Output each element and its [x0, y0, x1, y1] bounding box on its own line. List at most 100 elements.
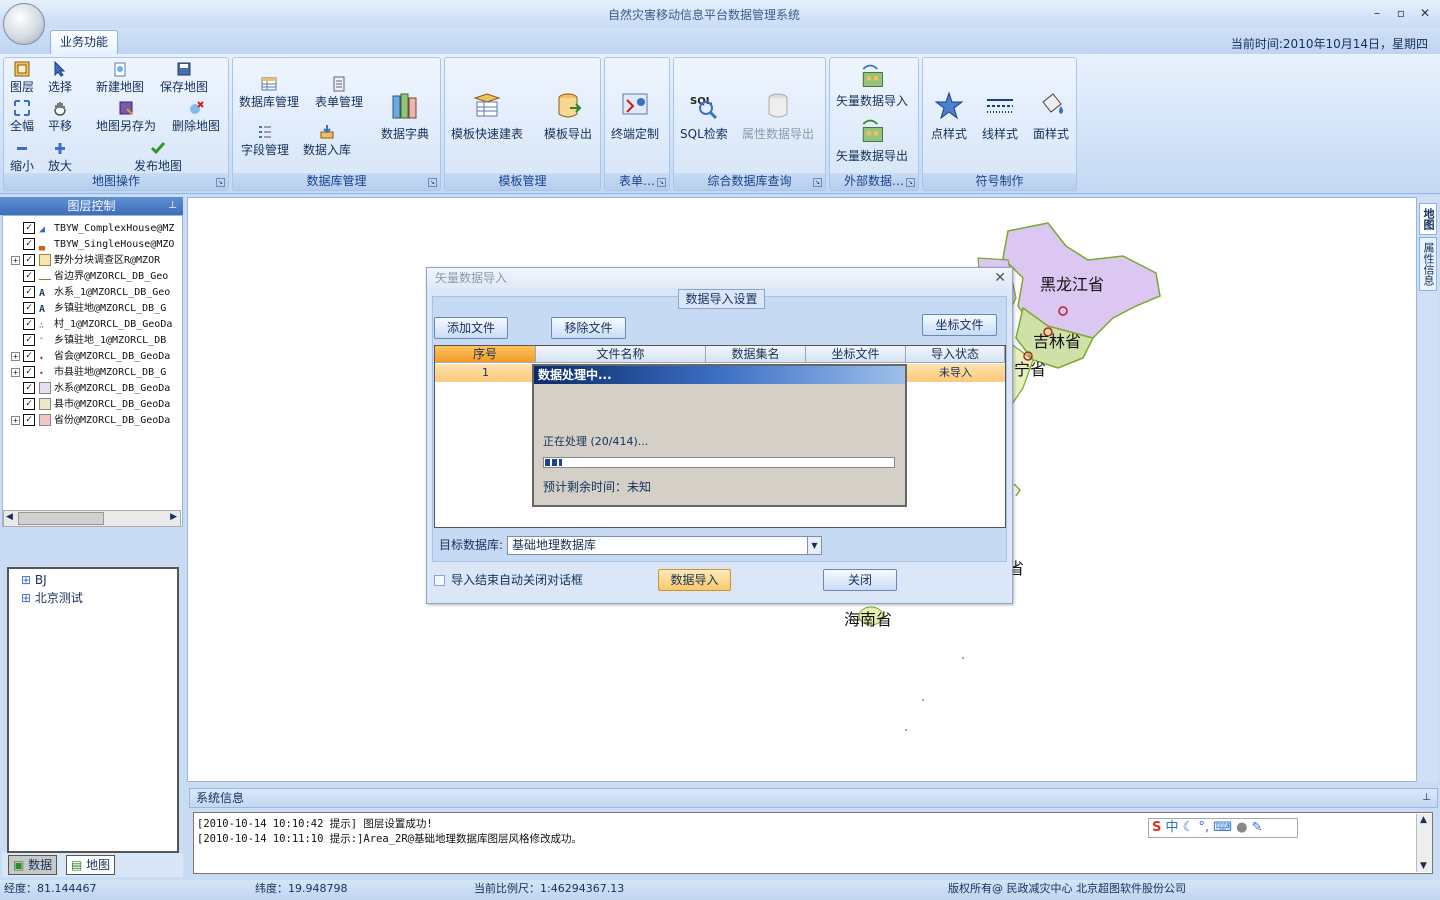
- layer-checkbox[interactable]: ✓: [23, 398, 35, 410]
- sql-search-button[interactable]: SQL SQL检索: [680, 90, 728, 142]
- layer-checkbox[interactable]: ✓: [23, 350, 35, 362]
- maximize-button[interactable]: ▫: [1390, 6, 1412, 22]
- form-manage-button[interactable]: 表单管理: [315, 76, 363, 110]
- layer-item[interactable]: ✓ A 乡镇驻地@MZORCL_DB_G: [11, 301, 166, 317]
- ime-toolbar[interactable]: S 中 ☾ °, ⌨ ● ✎: [1148, 818, 1298, 838]
- attr-data-export-button[interactable]: 属性数据导出: [742, 90, 814, 142]
- log-vertical-scrollbar[interactable]: ▲ ▼: [1416, 814, 1432, 872]
- layer-checkbox[interactable]: ✓: [23, 286, 35, 298]
- layer-checkbox[interactable]: ✓: [23, 254, 35, 266]
- layer-item[interactable]: ✓ ˆ 乡镇驻地_1@MZORCL_DB: [11, 333, 166, 349]
- tree-item[interactable]: ⊞ 北京测试: [21, 589, 83, 606]
- column-header[interactable]: 文件名称: [536, 346, 706, 363]
- layer-item[interactable]: + ✓ ✦ 省会@MZORCL_DB_GeoDa: [11, 349, 170, 365]
- dialog-launcher-icon[interactable]: ↘: [428, 178, 437, 187]
- vector-import-button[interactable]: 矢量数据导入: [836, 62, 908, 109]
- template-export-button[interactable]: 模板导出: [544, 90, 592, 142]
- expand-icon[interactable]: +: [11, 351, 20, 361]
- save-as-map-button[interactable]: 地图另存为: [96, 100, 156, 134]
- dictionary-button[interactable]: 数据字典: [381, 90, 429, 142]
- layer-checkbox[interactable]: ✓: [23, 366, 35, 378]
- add-file-button[interactable]: 添加文件: [434, 317, 508, 339]
- scroll-left-icon[interactable]: ◀: [6, 512, 13, 522]
- dropdown-arrow-icon[interactable]: ▼: [807, 537, 821, 554]
- tab-data[interactable]: ▣ 数据: [8, 855, 58, 875]
- new-map-button[interactable]: 新建地图: [96, 61, 144, 95]
- tab-map-side[interactable]: 地图: [1419, 203, 1437, 235]
- minimize-button[interactable]: –: [1366, 6, 1388, 22]
- line-style-button[interactable]: 线样式: [982, 90, 1018, 142]
- scroll-down-icon[interactable]: ▼: [1420, 861, 1427, 871]
- layer-checkbox[interactable]: ✓: [23, 382, 35, 394]
- scroll-thumb[interactable]: [18, 512, 104, 525]
- coord-file-button[interactable]: 坐标文件: [922, 314, 997, 336]
- save-map-button[interactable]: 保存地图: [160, 61, 208, 95]
- layer-horizontal-scrollbar[interactable]: ◀ ▶: [3, 510, 181, 527]
- layer-checkbox[interactable]: ✓: [23, 302, 35, 314]
- vector-export-button[interactable]: 矢量数据导出: [836, 117, 908, 164]
- point-style-button[interactable]: 点样式: [931, 90, 967, 142]
- expand-icon[interactable]: +: [11, 415, 20, 425]
- target-db-select[interactable]: 基础地理数据库: [507, 536, 822, 555]
- data-import-button[interactable]: 数据导入: [658, 569, 731, 591]
- dialog-launcher-icon[interactable]: ↘: [906, 178, 915, 187]
- layer-item[interactable]: ✓ ◢ TBYW_ComplexHouse@MZ: [11, 221, 174, 237]
- auto-close-checkbox[interactable]: [434, 575, 445, 586]
- layer-button[interactable]: 图层: [10, 61, 34, 95]
- expand-icon[interactable]: +: [11, 367, 20, 377]
- terminal-custom-button[interactable]: 终端定制: [611, 90, 659, 142]
- zoom-in-button[interactable]: 放大: [48, 140, 72, 174]
- layer-checkbox[interactable]: ✓: [23, 414, 35, 426]
- column-header[interactable]: 序号: [435, 346, 536, 363]
- scroll-up-icon[interactable]: ▲: [1420, 815, 1427, 825]
- column-header[interactable]: 坐标文件: [806, 346, 906, 363]
- dialog-close-icon[interactable]: ✕: [994, 270, 1006, 286]
- map-scale: 当前比例尺：1:46294367.13: [474, 882, 625, 895]
- group-title: 数据导入设置: [678, 289, 765, 309]
- dialog-launcher-icon[interactable]: ↘: [216, 178, 225, 187]
- tab-business[interactable]: 业务功能: [50, 30, 118, 54]
- close-button[interactable]: ✕: [1414, 6, 1436, 22]
- app-orb-button[interactable]: [3, 3, 45, 45]
- grid-cell-status[interactable]: 未导入: [906, 364, 1005, 382]
- layer-item[interactable]: ✓ A 水系_1@MZORCL_DB_Geo: [11, 285, 170, 301]
- zoom-out-button[interactable]: 缩小: [10, 140, 34, 174]
- full-extent-button[interactable]: 全幅: [10, 100, 34, 134]
- column-header[interactable]: 数据集名: [706, 346, 806, 363]
- pan-button[interactable]: 平移: [48, 100, 72, 134]
- remove-file-button[interactable]: 移除文件: [551, 317, 626, 339]
- db-manage-button[interactable]: 数据库管理: [239, 76, 299, 110]
- layer-item[interactable]: ✓ ▃ TBYW_SingleHouse@MZO: [11, 237, 174, 253]
- db-import-button[interactable]: 数据入库: [303, 124, 351, 158]
- dialog-launcher-icon[interactable]: ↘: [657, 178, 666, 187]
- field-manage-button[interactable]: 字段管理: [241, 124, 289, 158]
- dialog-close-button[interactable]: 关闭: [823, 569, 897, 591]
- column-header[interactable]: 导入状态: [906, 346, 1005, 363]
- layer-checkbox[interactable]: ✓: [23, 318, 35, 330]
- layer-item[interactable]: ✓ 县市@MZORCL_DB_GeoDa: [11, 397, 170, 413]
- layer-item[interactable]: ✓ 省边界@MZORCL_DB_Geo: [11, 269, 168, 285]
- tab-attribute-info[interactable]: 属性信息: [1419, 237, 1437, 291]
- delete-map-button[interactable]: 删除地图: [172, 100, 220, 134]
- pin-icon[interactable]: ⊥: [1422, 789, 1431, 807]
- layer-item[interactable]: + ✓ 野外分块调查区R@MZOR: [11, 253, 160, 269]
- tree-item[interactable]: ⊞ BJ: [21, 573, 47, 587]
- layer-checkbox[interactable]: ✓: [23, 238, 35, 250]
- grid-cell-index[interactable]: 1: [435, 364, 536, 382]
- expand-icon[interactable]: +: [11, 255, 20, 265]
- pin-icon[interactable]: ⊥: [168, 197, 177, 215]
- tab-map[interactable]: ▤ 地图: [66, 855, 116, 875]
- dialog-launcher-icon[interactable]: ↘: [813, 178, 822, 187]
- template-quick-build-button[interactable]: 模板快速建表: [451, 90, 523, 142]
- area-style-button[interactable]: 面样式: [1033, 90, 1069, 142]
- select-button[interactable]: 选择: [48, 61, 72, 95]
- layer-item[interactable]: + ✓ • 市县驻地@MZORCL_DB_G: [11, 365, 166, 381]
- layer-item[interactable]: + ✓ 省份@MZORCL_DB_GeoDa: [11, 413, 170, 429]
- layer-item[interactable]: ✓ ∴ 村_1@MZORCL_DB_GeoDa: [11, 317, 172, 333]
- layer-checkbox[interactable]: ✓: [23, 334, 35, 346]
- scroll-right-icon[interactable]: ▶: [170, 512, 177, 522]
- layer-checkbox[interactable]: ✓: [23, 270, 35, 282]
- layer-checkbox[interactable]: ✓: [23, 222, 35, 234]
- publish-map-button[interactable]: 发布地图: [134, 140, 182, 174]
- layer-item[interactable]: ✓ 水系@MZORCL_DB_GeoDa: [11, 381, 170, 397]
